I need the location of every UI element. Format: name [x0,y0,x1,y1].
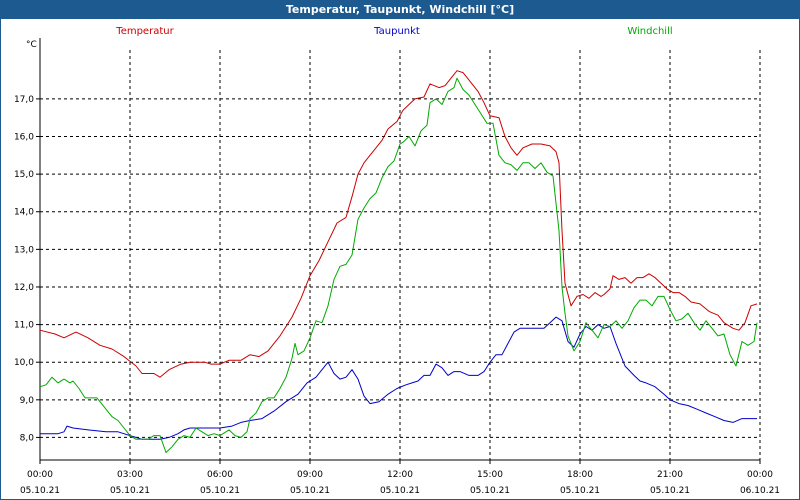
y-tick-label: 17,0 [14,95,34,105]
y-tick-label: 13,0 [14,245,34,255]
x-tick-time-label: 09:00 [297,470,323,480]
x-tick-date-label: 05.10.21 [110,486,150,496]
x-tick-date-label: 05.10.21 [290,486,330,496]
x-tick-time-label: 18:00 [567,470,593,480]
x-tick-date-label: 06.10.21 [740,486,780,496]
x-tick-time-label: 12:00 [387,470,413,480]
y-tick-label: 12,0 [14,283,34,293]
legend-item-windchill: Windchill [627,26,672,37]
legend: Temperatur Taupunkt Windchill [115,26,672,37]
series-line-windchill [39,77,758,453]
line-chart: 8,0 9,0 10,0 11,0 12,0 13,0 14,0 15,0 16,0 17,0 00… [14,26,780,496]
series-line-taupunkt [40,316,757,440]
chart-window: Temperatur, Taupunkt, Windchill [°C] 8,0… [0,0,800,500]
x-tick-time-label: 00:00 [747,470,773,480]
y-tick-label: 16,0 [14,133,34,143]
y-tick-label: 10,0 [14,358,34,368]
y-tick-label: 11,0 [14,321,34,331]
x-tick-time-label: 00:00 [27,470,53,480]
y-tick-label: 14,0 [14,208,34,218]
x-tick-date-label: 05.10.21 [20,486,60,496]
x-tick-time-label: 21:00 [657,470,683,480]
x-tick-time-label: 15:00 [477,470,503,480]
x-tick-time-label: 03:00 [117,470,143,480]
legend-item-taupunkt: Taupunkt [373,26,420,37]
x-tick-date-label: 05.10.21 [650,486,690,496]
x-tick-time-label: 06:00 [207,470,233,480]
x-tick-date-label: 05.10.21 [200,486,240,496]
y-tick-label: 9,0 [20,396,35,406]
grid-lines [39,50,761,460]
series-line-temperatur [39,70,758,378]
legend-item-temperatur: Temperatur [115,26,174,37]
y-axis-unit-label: °C [26,40,37,50]
tick-labels: 8,0 9,0 10,0 11,0 12,0 13,0 14,0 15,0 16,0 17,0 00… [14,40,780,496]
series-lines [39,70,758,453]
y-tick-label: 8,0 [20,433,35,443]
x-tick-date-label: 05.10.21 [470,486,510,496]
x-tick-date-label: 05.10.21 [380,486,420,496]
x-tick-date-label: 05.10.21 [560,486,600,496]
y-tick-label: 15,0 [14,170,34,180]
